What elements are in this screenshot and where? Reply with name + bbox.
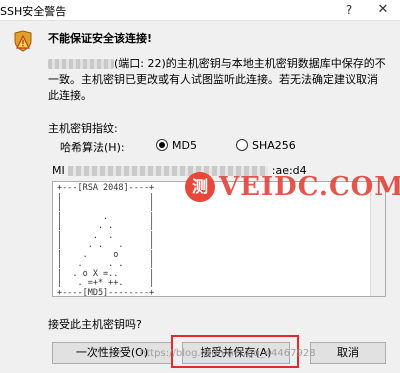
sha256-radio[interactable] <box>236 139 248 151</box>
host-redacted <box>48 59 114 69</box>
hash-algorithm-label: 哈希算法(H): <box>60 141 125 154</box>
watermark-badge: 测 <box>185 172 215 202</box>
help-button[interactable]: ? <box>336 1 362 19</box>
window-title: SSH安全警告 <box>0 5 67 18</box>
fingerprint-prefix: MI <box>52 164 65 177</box>
sha256-radio-label[interactable]: SHA256 <box>252 139 296 152</box>
alert-headline: 不能保证安全该连接! <box>48 32 153 45</box>
alert-message: (端口: 22)的主机密钥与本地主机密钥数据库中保存的不一致。主机密钥已更改或有… <box>48 56 388 104</box>
accept-question: 接受此主机密钥吗? <box>48 318 142 331</box>
fingerprint-section-label: 主机密钥指纹: <box>48 122 118 135</box>
md5-radio[interactable] <box>156 139 168 151</box>
cancel-button[interactable]: 取消 <box>310 342 386 364</box>
close-button[interactable]: ✕ <box>370 1 396 19</box>
warning-shield-icon <box>14 30 32 52</box>
watermark-text: VEIDC.COM <box>219 172 400 202</box>
md5-radio-label[interactable]: MD5 <box>172 139 197 152</box>
csdn-watermark: https://blog.csdn.net/qq_44467928 <box>140 348 316 359</box>
title-bar: SSH安全警告 ? ✕ <box>0 0 400 21</box>
